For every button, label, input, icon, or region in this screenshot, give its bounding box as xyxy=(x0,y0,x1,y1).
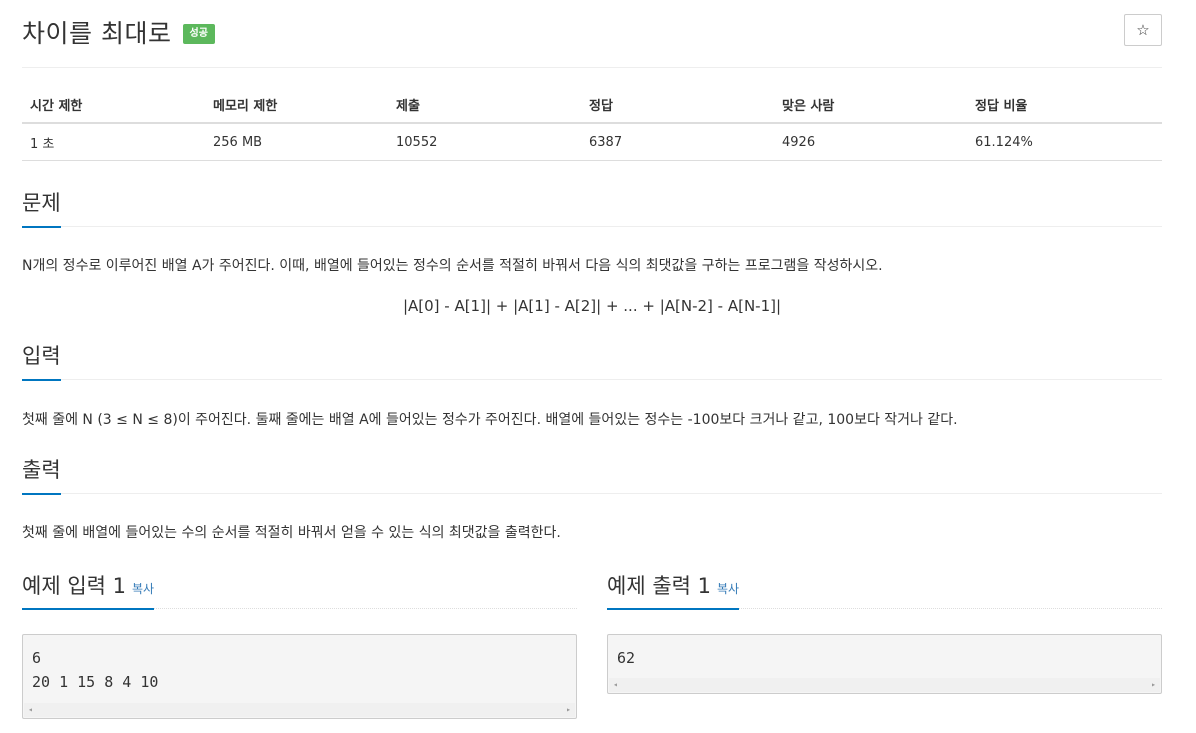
input-description: 첫째 줄에 N (3 ≤ N ≤ 8)이 주어진다. 둘째 줄에는 배열 A에 … xyxy=(22,412,958,428)
output-section-header: 출력 xyxy=(22,457,1162,495)
problem-formula: |A[0] - A[1]| + |A[1] - A[2]| + ... + |A… xyxy=(402,297,782,315)
input-heading: 입력 xyxy=(22,343,61,381)
value-submissions: 10552 xyxy=(388,123,581,161)
title-row: 차이를 최대로 성공 xyxy=(22,14,215,54)
problem-section-header: 문제 xyxy=(22,190,1162,228)
header-memory-limit: 메모리 제한 xyxy=(205,86,388,124)
scroll-left-icon[interactable]: ◂ xyxy=(24,698,37,722)
table-row: 1 초 256 MB 10552 6387 4926 61.124% xyxy=(22,123,1162,161)
output-description: 첫째 줄에 배열에 들어있는 수의 순서를 적절히 바꿔서 얻을 수 있는 식의… xyxy=(22,525,561,541)
scroll-right-icon[interactable]: ▸ xyxy=(562,698,575,722)
header-accept-ratio: 정답 비율 xyxy=(967,86,1162,124)
problem-title: 차이를 최대로 xyxy=(22,19,172,48)
header-solved-users: 맞은 사람 xyxy=(774,86,967,124)
value-time-limit: 1 초 xyxy=(22,123,205,161)
header-accepted: 정답 xyxy=(581,86,774,124)
copy-sample-input-button[interactable]: 복사 xyxy=(132,582,154,596)
sample-input-header: 예제 입력 1 복사 xyxy=(22,573,577,610)
sample-input-line: 20 1 15 8 4 10 xyxy=(32,673,159,691)
scroll-left-icon[interactable]: ◂ xyxy=(609,673,622,697)
horizontal-scrollbar[interactable]: ◂ ▸ xyxy=(24,703,575,717)
star-icon: ☆ xyxy=(1136,21,1150,39)
section-divider xyxy=(22,493,1162,494)
sample-output-header: 예제 출력 1 복사 xyxy=(607,573,1162,610)
sample-output-line: 62 xyxy=(617,649,636,667)
value-memory-limit: 256 MB xyxy=(205,123,388,161)
value-accept-ratio: 61.124% xyxy=(967,123,1162,161)
problem-description: N개의 정수로 이루어진 배열 A가 주어진다. 이때, 배열에 들어있는 정수… xyxy=(22,258,883,274)
scroll-right-icon[interactable]: ▸ xyxy=(1147,673,1160,697)
sample-output-box[interactable]: 62 ◂ ▸ xyxy=(607,634,1162,694)
horizontal-scrollbar[interactable]: ◂ ▸ xyxy=(609,678,1160,692)
copy-sample-output-button[interactable]: 복사 xyxy=(717,582,739,596)
problem-info-table: 시간 제한 메모리 제한 제출 정답 맞은 사람 정답 비율 1 초 256 M… xyxy=(22,86,1162,161)
output-heading: 출력 xyxy=(22,457,61,495)
sample-input-box[interactable]: 6 20 1 15 8 4 10 ◂ ▸ xyxy=(22,634,577,719)
sample-input-heading: 예제 입력 1 복사 xyxy=(22,573,155,610)
value-accepted: 6387 xyxy=(581,123,774,161)
sample-output-block: 예제 출력 1 복사 xyxy=(607,573,1162,610)
sample-input-title: 예제 입력 1 xyxy=(22,574,126,598)
header-time-limit: 시간 제한 xyxy=(22,86,205,124)
section-divider xyxy=(22,226,1162,227)
value-solved-users: 4926 xyxy=(774,123,967,161)
sample-output-title: 예제 출력 1 xyxy=(607,574,711,598)
section-divider xyxy=(22,379,1162,380)
star-button[interactable]: ☆ xyxy=(1124,14,1162,46)
header-submissions: 제출 xyxy=(388,86,581,124)
title-divider xyxy=(22,67,1162,68)
problem-heading: 문제 xyxy=(22,190,61,228)
input-section-header: 입력 xyxy=(22,343,1162,381)
sample-input-line: 6 xyxy=(32,649,42,667)
sample-input-block: 예제 입력 1 복사 xyxy=(22,573,577,610)
sample-output-heading: 예제 출력 1 복사 xyxy=(607,573,740,610)
status-badge: 성공 xyxy=(182,24,215,44)
table-header-row: 시간 제한 메모리 제한 제출 정답 맞은 사람 정답 비율 xyxy=(22,86,1162,124)
